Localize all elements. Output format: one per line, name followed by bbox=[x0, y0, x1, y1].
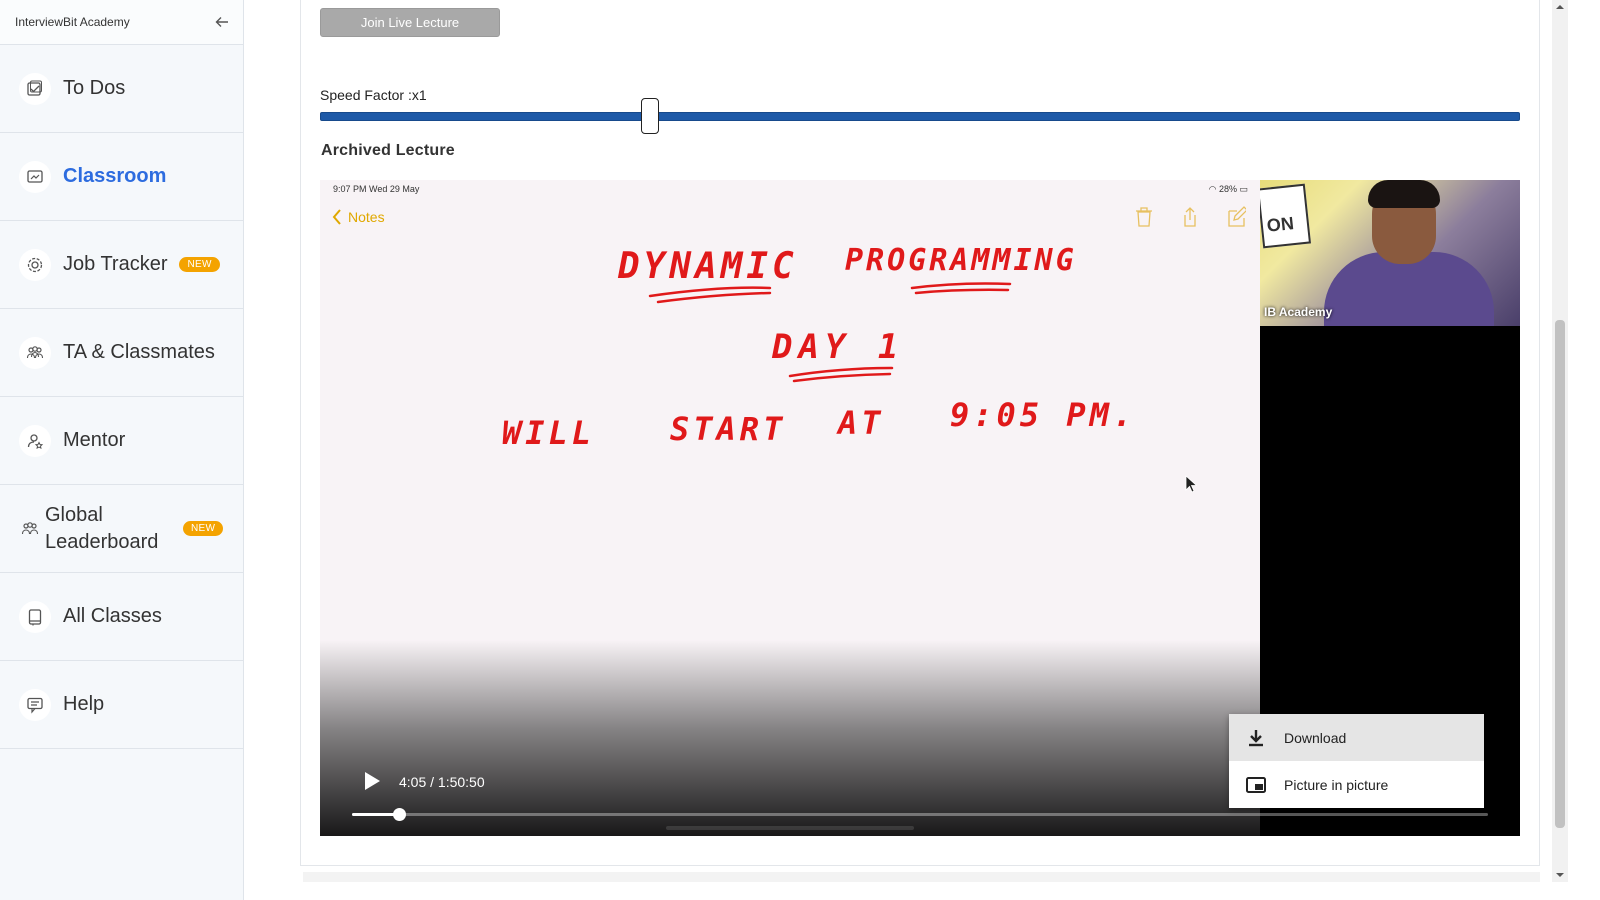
archived-lecture-heading: Archived Lecture bbox=[321, 142, 455, 159]
video-progress-knob[interactable] bbox=[392, 808, 406, 821]
video-options-menu: Download Picture in picture bbox=[1229, 714, 1484, 808]
sidebar-item-label: Job Tracker bbox=[63, 253, 168, 275]
mentor-icon bbox=[19, 424, 51, 457]
sidebar-item-mentor[interactable]: Mentor bbox=[0, 397, 243, 485]
video-progress-fill bbox=[352, 813, 399, 816]
picture-in-picture-icon bbox=[1246, 776, 1266, 793]
download-label: Download bbox=[1284, 729, 1347, 746]
sidebar-item-ta-classmates[interactable]: TA & Classmates bbox=[0, 309, 243, 397]
sidebar-item-help[interactable]: Help bbox=[0, 661, 243, 749]
new-badge: NEW bbox=[183, 521, 224, 536]
sidebar-item-all-classes[interactable]: All Classes bbox=[0, 573, 243, 661]
download-icon bbox=[1249, 729, 1263, 746]
people-icon bbox=[19, 336, 51, 369]
brand-name: InterviewBit Academy bbox=[15, 15, 130, 29]
gear-icon bbox=[19, 248, 51, 281]
book-icon bbox=[19, 600, 51, 633]
scrollbar-thumb[interactable] bbox=[1555, 320, 1565, 828]
collapse-arrow-icon[interactable] bbox=[215, 15, 229, 29]
presenter-camera: ON IB Academy bbox=[1260, 180, 1520, 326]
scroll-down-arrow-icon[interactable] bbox=[1552, 868, 1568, 882]
play-icon[interactable] bbox=[360, 770, 382, 792]
speed-factor-label: Speed Factor :x1 bbox=[320, 87, 427, 103]
sidebar-item-todos[interactable]: To Dos bbox=[0, 45, 243, 133]
sidebar-item-label: All Classes bbox=[63, 605, 162, 627]
camera-label: IB Academy bbox=[1264, 305, 1333, 319]
sidebar-header: InterviewBit Academy bbox=[0, 0, 243, 45]
sidebar-item-global-leaderboard[interactable]: Global Leaderboard NEW bbox=[0, 485, 243, 573]
handwritten-notes: DYNAMIC PROGRAMMING DAY 1 WILL START AT … bbox=[502, 243, 1136, 452]
cam-background-sign: ON bbox=[1260, 183, 1312, 249]
hw-programming: PROGRAMMING bbox=[845, 243, 1077, 278]
picture-in-picture-menu-item[interactable]: Picture in picture bbox=[1229, 761, 1484, 808]
sidebar-item-label: Classroom bbox=[63, 165, 167, 187]
main-content: Join Live Lecture Speed Factor :x1 Archi… bbox=[244, 0, 1556, 900]
sidebar-item-label: Help bbox=[63, 693, 105, 715]
todo-icon bbox=[19, 72, 51, 105]
classroom-icon bbox=[19, 160, 51, 193]
speed-slider-thumb[interactable] bbox=[641, 98, 659, 134]
hw-at: AT bbox=[836, 404, 885, 442]
video-player[interactable]: 9:07 PM Wed 29 May ◠ 28% ▭ Notes DYNAMIC… bbox=[320, 180, 1520, 836]
join-live-lecture-button[interactable]: Join Live Lecture bbox=[320, 8, 500, 37]
hw-will: WILL bbox=[502, 414, 595, 452]
help-icon bbox=[19, 688, 51, 721]
video-time-display: 4:05 / 1:50:50 bbox=[399, 774, 485, 790]
page-scrollbar[interactable] bbox=[1552, 0, 1568, 882]
video-frame: 9:07 PM Wed 29 May ◠ 28% ▭ Notes DYNAMIC… bbox=[320, 180, 1260, 836]
picture-in-picture-label: Picture in picture bbox=[1284, 776, 1389, 793]
scroll-up-arrow-icon[interactable] bbox=[1552, 0, 1568, 14]
hw-time: 9:05 PM. bbox=[950, 396, 1136, 434]
ipad-home-bar bbox=[666, 826, 914, 830]
download-menu-item[interactable]: Download bbox=[1229, 714, 1484, 761]
leaderboard-icon bbox=[19, 513, 41, 545]
new-badge: NEW bbox=[179, 257, 220, 272]
hw-dynamic: DYNAMIC bbox=[617, 246, 798, 287]
sidebar-item-label: Global Leaderboard bbox=[45, 503, 159, 553]
sidebar-item-label: TA & Classmates bbox=[63, 341, 215, 363]
hw-start: START bbox=[670, 410, 786, 448]
sidebar: InterviewBit Academy To Dos Classroom Jo… bbox=[0, 0, 244, 900]
video-progress-bar[interactable] bbox=[352, 808, 1488, 821]
presenter-hair bbox=[1368, 180, 1440, 208]
mouse-cursor-icon bbox=[1185, 475, 1197, 493]
sidebar-item-label: Mentor bbox=[63, 429, 126, 451]
next-section-edge bbox=[303, 872, 1540, 882]
speed-slider-track[interactable] bbox=[320, 112, 1520, 121]
sidebar-item-classroom[interactable]: Classroom bbox=[0, 133, 243, 221]
hw-day1: DAY 1 bbox=[771, 327, 904, 367]
sidebar-item-label: To Dos bbox=[63, 77, 126, 99]
video-controls-gradient bbox=[320, 640, 1260, 836]
sidebar-item-job-tracker[interactable]: Job Tracker NEW bbox=[0, 221, 243, 309]
